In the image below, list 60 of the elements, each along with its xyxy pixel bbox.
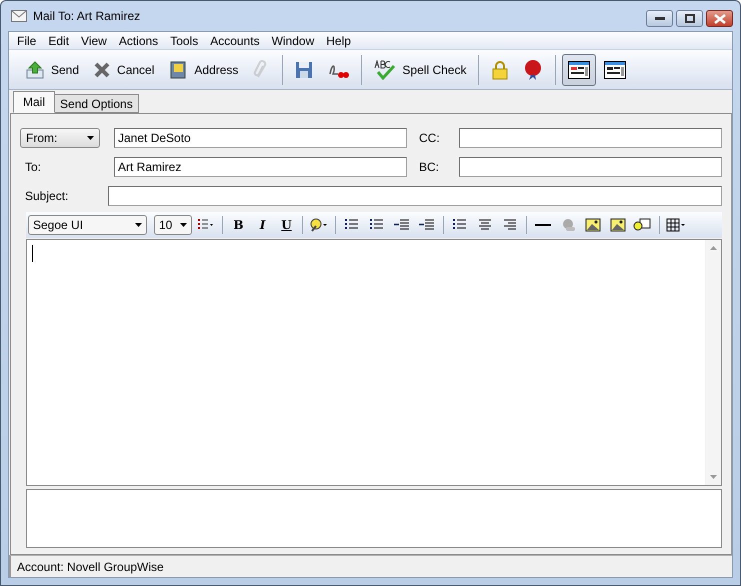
save-icon [295, 60, 314, 78]
tab[interactable]: Send Options [54, 94, 139, 113]
maximize-icon [684, 14, 694, 23]
table-icon[interactable] [666, 217, 686, 233]
menu-item[interactable]: Window [266, 34, 320, 48]
to-label: To: [24, 160, 42, 174]
tab[interactable]: Mail [13, 91, 56, 113]
close-icon [714, 14, 726, 24]
menu-item[interactable]: Tools [164, 34, 204, 48]
size-dropdown[interactable]: 10 [154, 215, 192, 235]
from-field[interactable]: Janet DeSoto [114, 128, 407, 148]
toolbar-button[interactable]: Spell Check [368, 54, 472, 86]
status-text: Account: Novell GroupWise [17, 560, 164, 574]
minimize-icon [654, 16, 664, 20]
scrollbar[interactable] [705, 240, 721, 485]
scroll-up-icon[interactable] [710, 246, 716, 250]
layout-icon [604, 60, 626, 78]
caret-icon [135, 223, 142, 227]
cancel-icon [93, 60, 112, 78]
cc-field[interactable] [459, 128, 722, 148]
address-book-icon [168, 60, 188, 80]
bc-label: BC: [418, 160, 440, 174]
menu-item[interactable]: Help [320, 34, 357, 48]
send-icon [25, 60, 45, 80]
toolbar-button[interactable]: Address [162, 54, 244, 86]
font-dropdown[interactable]: Segoe UI [28, 215, 147, 235]
subject-label: Subject: [24, 189, 70, 203]
scroll-down-icon[interactable] [710, 475, 716, 479]
lock-icon [491, 60, 510, 80]
bold-button[interactable]: B [228, 218, 249, 232]
caret-icon [180, 223, 187, 227]
close-button[interactable] [706, 10, 733, 27]
maximize-button[interactable] [676, 10, 703, 27]
caret-icon [87, 136, 94, 140]
toolbar-button[interactable]: Send [19, 54, 86, 86]
menu-item[interactable]: Edit [42, 34, 76, 48]
italic-button[interactable]: I [252, 218, 273, 232]
envelope-icon [11, 10, 27, 22]
menu-item[interactable]: Accounts [204, 34, 266, 48]
bc-field[interactable] [459, 157, 722, 177]
seal-icon [523, 58, 544, 80]
cc-label: CC: [418, 131, 441, 145]
shapes-icon[interactable] [633, 217, 653, 233]
minimize-button[interactable] [646, 10, 673, 27]
from-dropdown[interactable]: From: [20, 128, 100, 148]
message-body-field[interactable] [26, 239, 722, 486]
menu-item[interactable]: View [75, 34, 113, 48]
underline-button[interactable]: U [276, 218, 297, 232]
subject-field[interactable] [108, 186, 722, 206]
highlight-icon[interactable] [309, 217, 329, 233]
spell-check-icon [374, 60, 396, 80]
toolbar-button[interactable]: Cancel [87, 54, 160, 86]
menu-item[interactable]: File [11, 34, 42, 48]
to-field[interactable]: Art Ramirez [114, 157, 407, 177]
window-title: Mail To: Art Ramirez [33, 9, 140, 23]
menu-item[interactable]: Actions [112, 34, 164, 48]
image-icon[interactable] [583, 217, 603, 233]
layout-button[interactable] [562, 54, 596, 86]
layout-icon [568, 60, 590, 78]
picture-icon[interactable] [608, 217, 628, 233]
